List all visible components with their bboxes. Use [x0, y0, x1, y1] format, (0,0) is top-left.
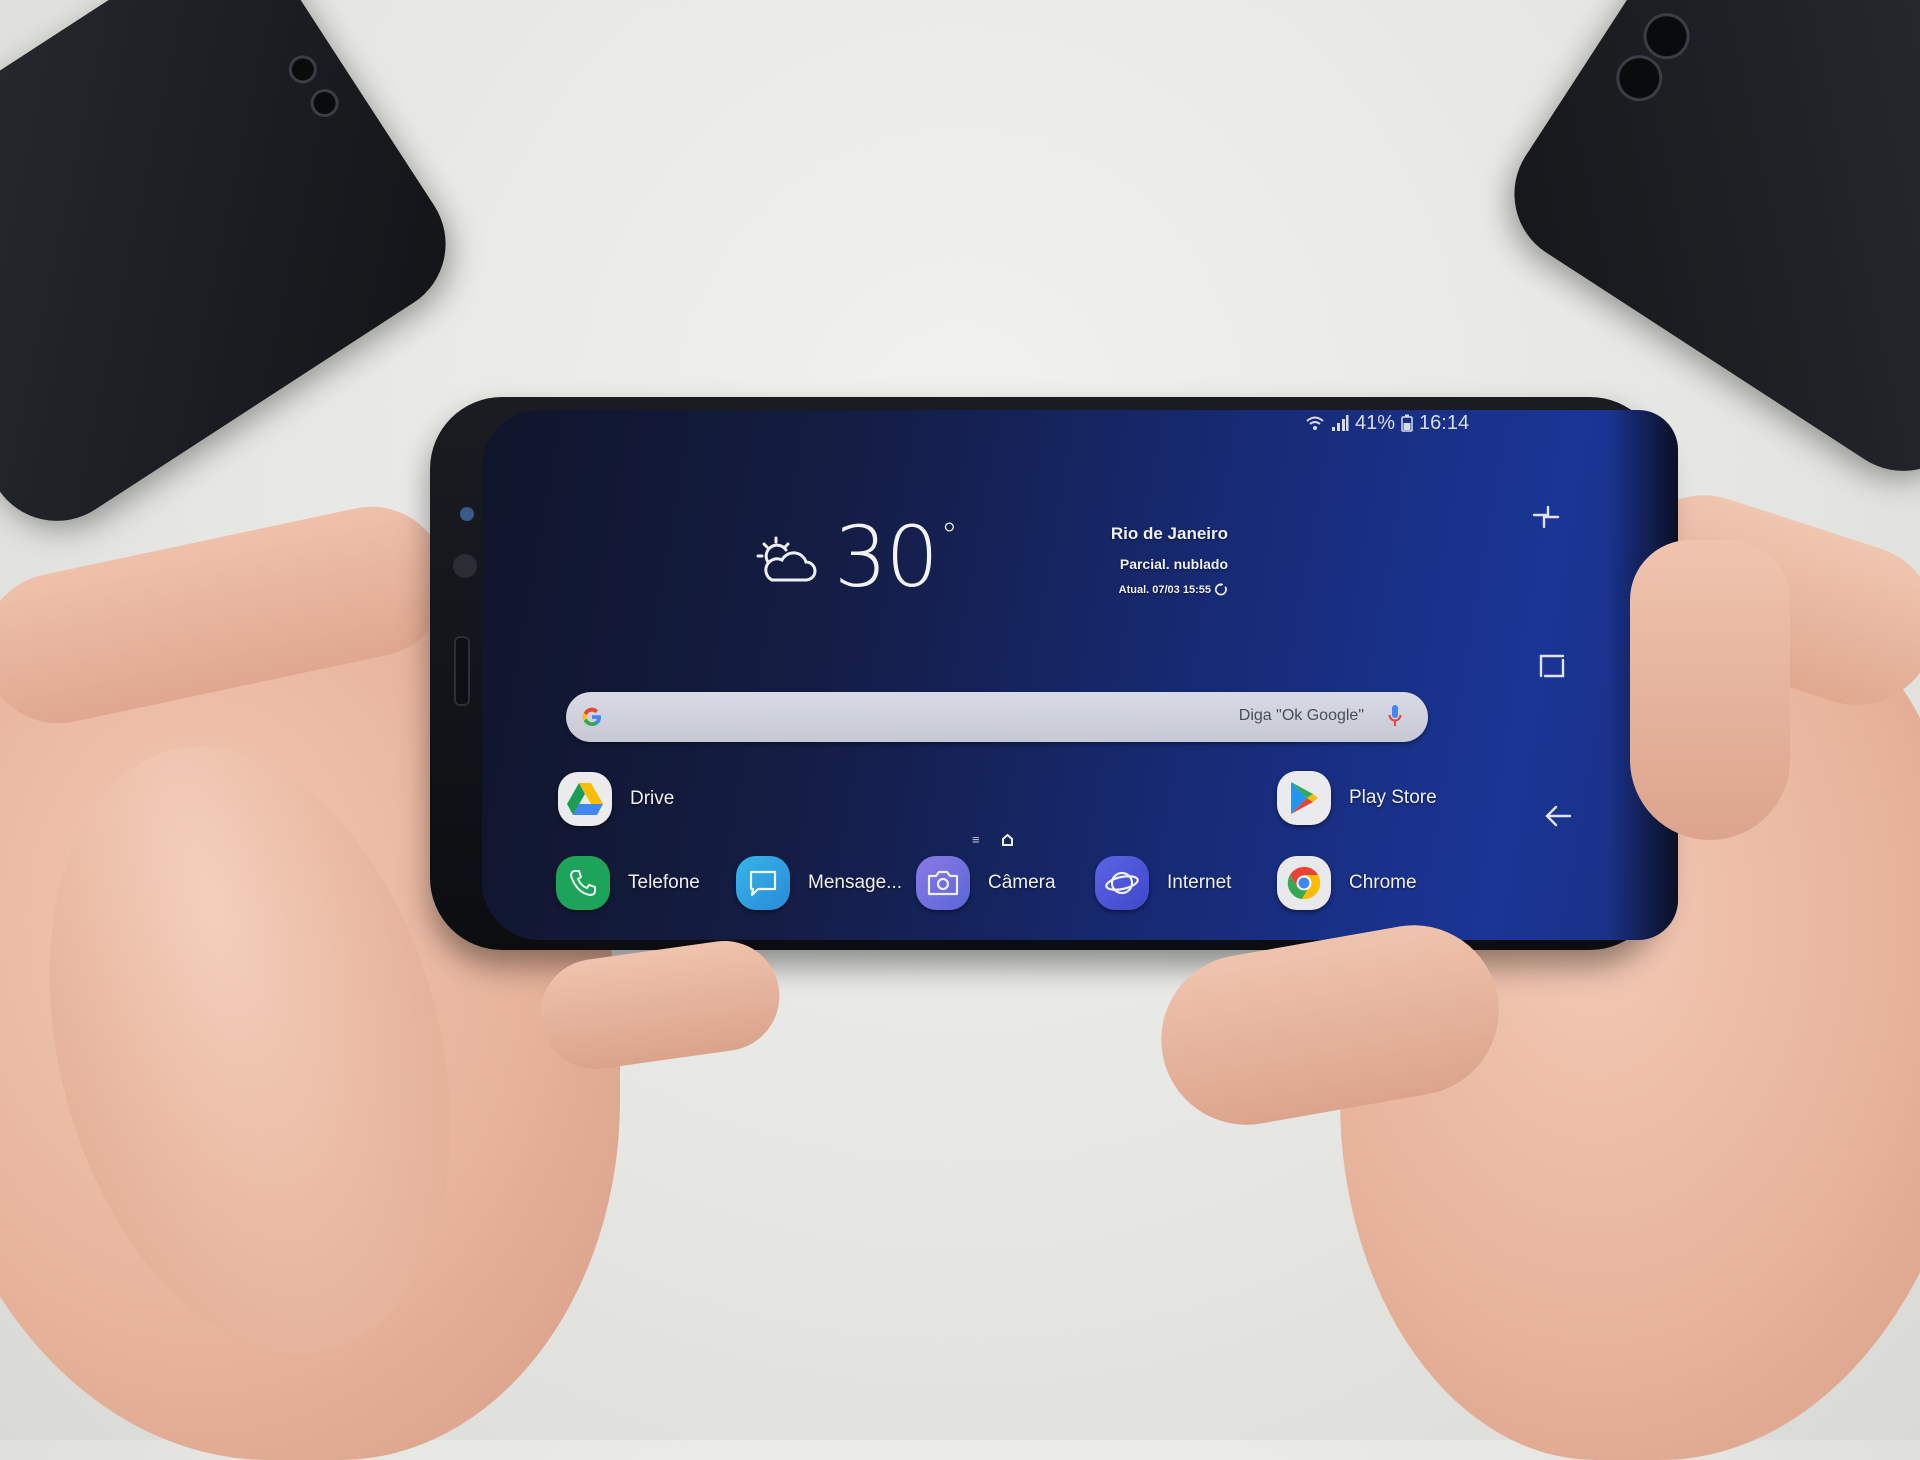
weather-condition: Parcial. nublado	[1119, 556, 1228, 572]
dock-app-messages[interactable]: Mensage...	[736, 856, 902, 910]
recents-button[interactable]	[1528, 500, 1564, 536]
temperature[interactable]: 30 °	[834, 515, 958, 599]
dock-app-phone[interactable]: Telefone	[556, 856, 700, 910]
updated-time: Atual. 07/03 15:55	[1118, 583, 1211, 596]
dock-app-camera[interactable]: Câmera	[916, 856, 1056, 910]
app-label: Chrome	[1349, 872, 1417, 893]
phone-icon	[556, 856, 610, 910]
app-drive[interactable]: Drive	[558, 772, 674, 826]
background-phone-left	[0, 0, 473, 548]
battery-percent: 41%	[1355, 411, 1396, 434]
battery-icon	[1401, 414, 1413, 432]
apps-page-indicator[interactable]: ≡	[972, 832, 980, 847]
app-label: Drive	[630, 788, 675, 809]
weather-city[interactable]: Rio de Janeiro	[1111, 524, 1228, 544]
partly-cloudy-icon[interactable]	[756, 536, 820, 589]
proximity-sensor	[460, 507, 474, 521]
home-button[interactable]	[1534, 648, 1570, 684]
google-search-bar[interactable]: Diga "Ok Google"	[566, 692, 1428, 742]
app-label: Internet	[1167, 872, 1232, 893]
earpiece-speaker	[454, 636, 470, 706]
temperature-value: 30	[834, 508, 939, 606]
play-store-icon	[1277, 771, 1331, 825]
home-page-indicator-icon[interactable]	[1002, 834, 1013, 846]
clock: 16:14	[1419, 411, 1470, 434]
app-play-store[interactable]: Play Store	[1277, 771, 1437, 825]
refresh-icon[interactable]	[1215, 583, 1228, 596]
camera-icon	[916, 856, 970, 910]
dock-app-internet[interactable]: Internet	[1095, 856, 1231, 910]
status-bar: 41% 16:14	[1305, 410, 1469, 436]
front-camera	[453, 554, 477, 578]
recents-icon	[1532, 505, 1560, 529]
right-thumb-tip	[1630, 540, 1790, 840]
google-logo-icon	[582, 707, 602, 727]
internet-icon	[1095, 856, 1149, 910]
mic-icon[interactable]	[1388, 704, 1402, 730]
search-hint: Diga "Ok Google"	[1238, 707, 1364, 724]
weather-updated: Atual. 07/03 15:55	[1119, 583, 1228, 596]
app-label: Mensage...	[808, 872, 902, 893]
dock-app-chrome[interactable]: Chrome	[1277, 856, 1417, 910]
messages-icon	[736, 856, 790, 910]
back-icon	[1545, 805, 1572, 827]
app-label: Telefone	[628, 872, 700, 893]
camera-lens	[283, 50, 323, 89]
app-label: Play Store	[1349, 787, 1437, 808]
google-drive-icon	[558, 772, 612, 826]
chrome-icon	[1277, 856, 1331, 910]
camera-lens	[305, 83, 344, 123]
degree-symbol: °	[940, 516, 958, 556]
home-icon	[1539, 654, 1565, 678]
app-label: Câmera	[988, 872, 1056, 893]
wifi-icon	[1306, 416, 1324, 430]
back-button[interactable]	[1540, 798, 1576, 834]
signal-icon	[1332, 415, 1349, 431]
